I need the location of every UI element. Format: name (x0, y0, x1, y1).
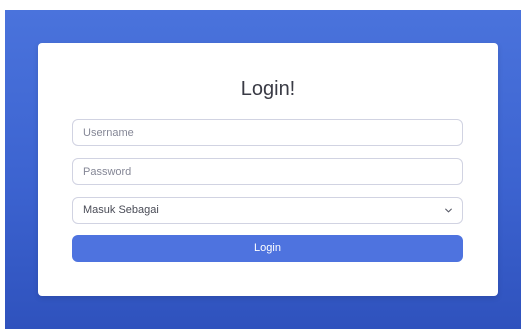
login-card: Login! Masuk Sebagai Login (38, 43, 498, 296)
role-select-value: Masuk Sebagai (83, 204, 159, 216)
login-title: Login! (240, 78, 296, 100)
chevron-down-icon (445, 208, 452, 213)
password-input[interactable] (72, 158, 463, 185)
role-select[interactable]: Masuk Sebagai (72, 197, 463, 224)
login-button[interactable]: Login (72, 235, 463, 262)
login-page: Login! Masuk Sebagai Login (0, 0, 521, 329)
username-input[interactable] (72, 119, 463, 146)
